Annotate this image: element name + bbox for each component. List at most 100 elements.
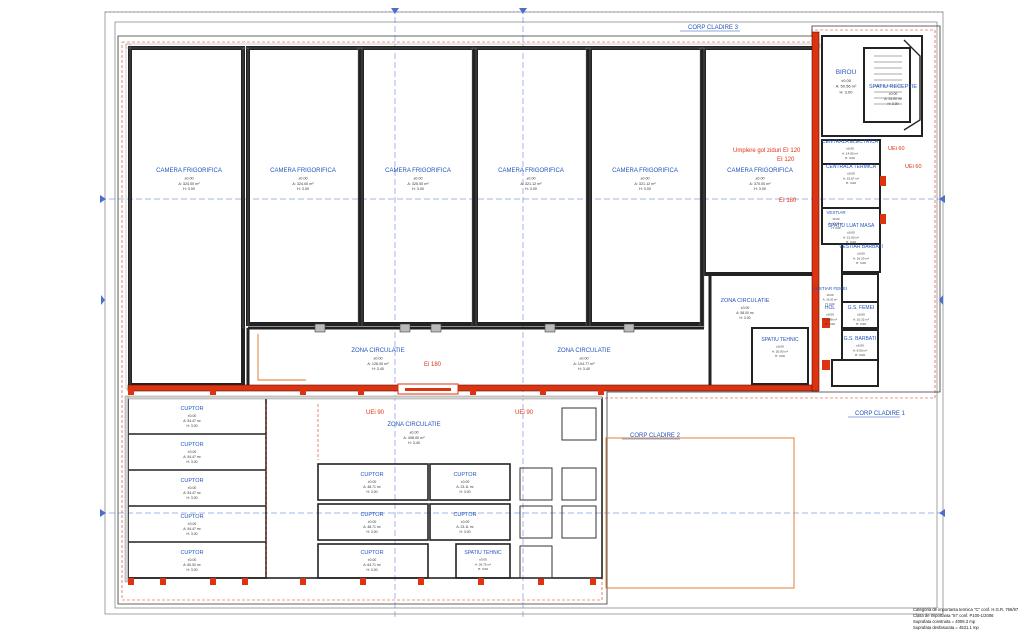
room-height: H: 3.00 <box>740 316 751 320</box>
room-level: ±0.00 <box>889 92 898 96</box>
room-level: ±0.00 <box>368 520 377 524</box>
legend-line-1: Categoria de importanta termica "C" conf… <box>913 607 1019 612</box>
room-label-gs-barbati: G.S. BARBATI ±0.00A: 8.50 m²H: 3.00 <box>844 336 876 357</box>
corp-1-label: CORP CLADIRE 1 <box>855 411 906 417</box>
room-label-spatiu-luat-masa: SPATIU LUAT MASA±0.00A: 21.00 m²H: 3.00 <box>828 223 875 244</box>
cold-chambers <box>128 46 818 387</box>
room-label-birou: BIROU ±0.00A: 50.56 m²H: 3.00 <box>836 69 857 94</box>
room-area: A: 23.11 m² <box>456 485 474 489</box>
room-level: ±0.00 <box>368 480 377 484</box>
room-level: ±0.00 <box>188 486 197 490</box>
room-area: A: 324.00 m² <box>178 182 200 186</box>
fire-note-uei90-b: UEi 90 <box>515 410 534 416</box>
room-name: BIROU <box>836 69 857 76</box>
room-name: ZONA CIRCULATIE <box>387 422 440 428</box>
corp-2-label: CORP CLADIRE 2 <box>630 433 681 439</box>
room-level: ±0.00 <box>826 313 834 317</box>
room-name: ZONA CIRCULATIE <box>721 298 770 304</box>
room-height: H: 3.00 <box>639 187 651 191</box>
room-level: ±0.00 <box>413 177 422 181</box>
room-area: A: 24.00 m² <box>884 97 902 101</box>
room-level: ±0.00 <box>857 313 865 317</box>
room-name: CUPTOR <box>180 442 203 448</box>
room-area: A: 28.75 m² <box>475 562 491 566</box>
room-name: SPATIU RECEPTIE <box>869 84 917 90</box>
room-area: A: 10.32 m² <box>853 317 869 321</box>
room-height: H: 3.00 <box>187 460 198 464</box>
corp-3-label: CORP CLADIRE 3 <box>688 25 739 31</box>
room-level: ±0.00 <box>841 78 852 83</box>
room-label-gs-femei: G.S. FEMEI ±0.00A: 10.32 m²H: 3.00 <box>848 305 875 326</box>
room-label-camera-1: CAMERA FRIGORIFICA ±0.00A: 324.00 m²H: 3.… <box>156 168 222 191</box>
room-height: H: 3.00 <box>367 490 378 494</box>
room-level: ±0.00 <box>461 480 470 484</box>
room-level: ±0.00 <box>856 344 864 348</box>
room-area: A: 54.47 m² <box>183 455 201 459</box>
room-name: CUPTOR <box>453 472 476 478</box>
room-label-cuptor-c1: CUPTOR ±0.00A: 48.71 m²H: 3.00 <box>360 472 383 494</box>
room-area: A: 8.50 m² <box>853 348 867 352</box>
room-area: A: 54.47 m² <box>183 491 201 495</box>
room-name: ZONA CIRCULATIE <box>351 348 404 354</box>
room-label-cuptor-l5: CUPTOR ±0.00A: 60.00 m²H: 3.00 <box>180 550 203 572</box>
room-height: H: 3.00 <box>845 156 855 160</box>
room-level: ±0.00 <box>776 345 784 349</box>
room-name: CUPTOR <box>360 512 383 518</box>
room-height: H: 3.40 <box>578 367 590 371</box>
room-height: H: 3.00 <box>856 322 866 326</box>
room-level: ±0.00 <box>188 450 197 454</box>
room-height: H: 3.00 <box>478 567 488 571</box>
room-label-camera-5: CAMERA FRIGORIFICA ±0.00A: 321.12 m²H: 3.… <box>612 168 678 191</box>
right-machines <box>519 407 597 579</box>
room-label-spatiu-tehnic-2: SPATIU TEHNIC ±0.00A: 28.75 m²H: 3.00 <box>464 550 502 571</box>
room-label-cuptor-l1: CUPTOR ±0.00A: 54.47 m²H: 3.00 <box>180 406 203 428</box>
room-height: H: 3.00 <box>187 532 198 536</box>
room-name: CUPTOR <box>360 472 383 478</box>
fire-note-umplere: Umplere gol ziduri EI 120 <box>733 148 801 154</box>
room-height: H: 3.00 <box>754 187 766 191</box>
room-height: H: 3.00 <box>367 568 378 572</box>
room-label-spatiu-tehnic-1: SPATIU TEHNIC ±0.00A: 20.00 m²H: 3.00 <box>761 337 799 358</box>
room-area: A: 48.71 m² <box>363 485 381 489</box>
room-area: A: 16.20 m² <box>853 256 869 260</box>
room-level: ±0.00 <box>188 414 197 418</box>
room-label-camera-4: CAMERA FRIGORIFICA ±0.00A: 321.12 m²H: 3.… <box>498 168 564 191</box>
room-label-zona-circ-bottom: ZONA CIRCULATIE ±0.00A: 408.00 m²H: 3.40 <box>387 422 440 445</box>
room-height: H: 3.40 <box>408 441 420 445</box>
room-name: HOL <box>825 305 836 311</box>
room-name: G.S. BARBATI <box>844 336 876 342</box>
room-height: H: 3.00 <box>460 490 471 494</box>
room-height: H: 3.00 <box>855 353 865 357</box>
room-area: A: 15.67 m² <box>843 176 859 180</box>
room-height: H: 3.00 <box>775 354 785 358</box>
room-height: H: 3.00 <box>856 261 866 265</box>
legend-line-3: Suprafata construita = 4008.3 mp <box>913 619 976 624</box>
room-area: A: 408.00 m² <box>403 436 425 440</box>
room-label-cuptor-r2: CUPTOR ±0.00A: 23.11 m²H: 3.00 <box>453 512 476 534</box>
room-area: A: 54.47 m² <box>183 527 201 531</box>
room-name: CENTRALA TERMICA <box>826 164 877 170</box>
room-level: ±0.00 <box>741 306 750 310</box>
room-level: ±0.00 <box>409 431 418 435</box>
room-label-centrala-termica: CENTRALA TERMICA ±0.00A: 15.67 m²H: 3.00 <box>826 164 877 185</box>
room-level: ±0.00 <box>368 558 377 562</box>
fire-note-ei120: EI 120 <box>777 157 795 163</box>
room-height: H: 3.00 <box>460 530 471 534</box>
room-level: ±0.00 <box>479 558 487 562</box>
room-name: ZONA CIRCULATIE <box>557 348 610 354</box>
room-height: H: 3.00 <box>183 187 195 191</box>
room-area: A: 8.88 m² <box>823 317 837 321</box>
fire-note-ei180-a: EI 180 <box>779 198 797 204</box>
room-level: ±0.00 <box>461 520 470 524</box>
room-level: ±0.00 <box>755 177 764 181</box>
room-area: A: 54.47 m² <box>183 419 201 423</box>
room-height: H: 3.00 <box>888 102 899 106</box>
bottom-red-dashed <box>265 404 319 578</box>
room-level: ±0.00 <box>188 522 197 526</box>
room-area: A: 325.00 m² <box>407 182 429 186</box>
room-area: A: 20.00 m² <box>772 349 788 353</box>
room-name: CUPTOR <box>180 406 203 412</box>
room-height: H: 3.00 <box>187 568 198 572</box>
room-name: CUPTOR <box>180 514 203 520</box>
room-area: A: 126.00 m² <box>367 362 389 366</box>
